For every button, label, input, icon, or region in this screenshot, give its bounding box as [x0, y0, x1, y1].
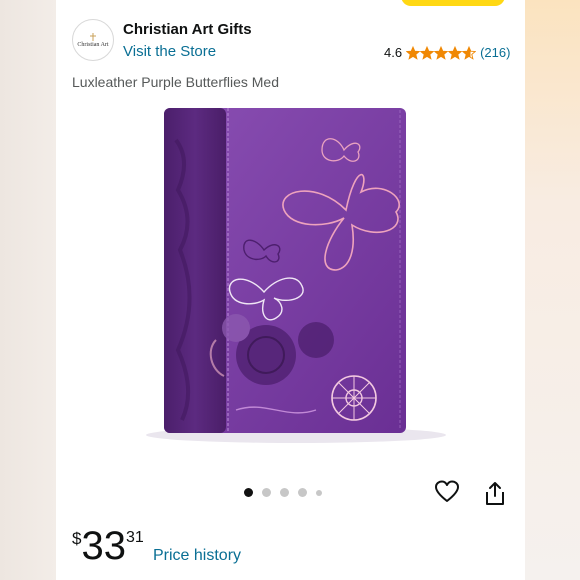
add-to-cart-button-edge[interactable]: [401, 0, 505, 6]
rating-count-link[interactable]: (216): [480, 45, 510, 60]
rating[interactable]: 4.6 (216): [384, 45, 510, 60]
carousel-dot[interactable]: [280, 488, 289, 497]
heart-icon[interactable]: [434, 479, 460, 505]
flower-outline: [331, 375, 377, 421]
star-rating: [406, 45, 477, 60]
product-title: Luxleather Purple Butterflies Med: [72, 74, 279, 90]
carousel-dot[interactable]: [262, 488, 271, 497]
seller-name: Christian Art Gifts: [123, 21, 252, 38]
share-icon[interactable]: [483, 481, 507, 507]
carousel-dot[interactable]: [244, 488, 253, 497]
carousel-dot[interactable]: [298, 488, 307, 497]
seller-logo[interactable]: Christian Art: [72, 19, 114, 61]
price: $ 33 31: [72, 524, 144, 568]
background-right: [525, 0, 580, 580]
price-fraction: 31: [125, 529, 144, 546]
background-left: [0, 0, 56, 580]
visit-store-link[interactable]: Visit the Store: [123, 43, 216, 60]
price-whole: 33: [81, 524, 126, 568]
carousel-dot[interactable]: [316, 489, 322, 496]
product-image[interactable]: [116, 100, 466, 445]
star-icon: [420, 45, 435, 60]
rating-value: 4.6: [384, 45, 403, 60]
cover-spine: [164, 108, 226, 433]
star-icon: [448, 45, 463, 60]
star-icon: [406, 45, 421, 60]
star-icon: [462, 45, 477, 60]
image-carousel-dots[interactable]: [244, 488, 322, 497]
price-symbol: $: [72, 529, 82, 548]
logo-mark-icon: [90, 32, 96, 41]
seller-logo-text: Christian Art: [77, 41, 109, 48]
price-history-link[interactable]: Price history: [153, 547, 241, 565]
star-icon: [434, 45, 449, 60]
product-card: Christian Art Christian Art Gifts Visit …: [56, 0, 525, 580]
